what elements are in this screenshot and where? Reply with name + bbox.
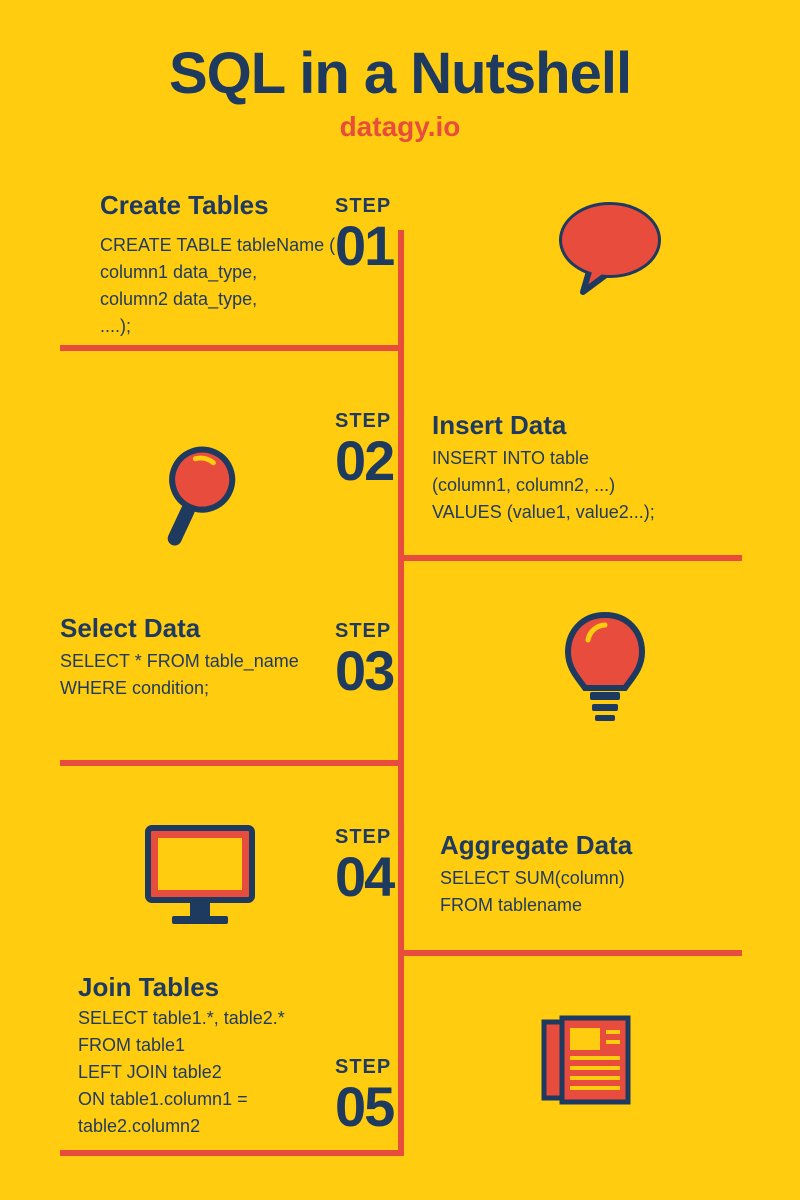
step1-number: 01 — [335, 218, 393, 274]
step5-body: SELECT table1.*, table2.* FROM table1 LE… — [78, 1005, 285, 1140]
step1-title: Create Tables — [100, 190, 269, 221]
step3-title: Select Data — [60, 613, 200, 644]
step3-connector — [60, 760, 404, 766]
step4-number: 04 — [335, 849, 393, 905]
step1-body: CREATE TABLE tableName ( column1 data_ty… — [100, 232, 335, 340]
step2-number: 02 — [335, 433, 393, 489]
step5-connector — [60, 1150, 404, 1156]
magnifier-icon — [140, 440, 250, 565]
timeline-vertical — [398, 230, 404, 1150]
page-title: SQL in a Nutshell — [0, 0, 800, 107]
step2-title: Insert Data — [432, 410, 566, 441]
step2-body: INSERT INTO table (column1, column2, ...… — [432, 445, 655, 526]
step2-connector — [398, 555, 742, 561]
step4-title: Aggregate Data — [440, 830, 632, 861]
step1-connector — [60, 345, 404, 351]
monitor-icon — [140, 820, 260, 935]
newspaper-icon — [536, 1010, 636, 1115]
step4-body: SELECT SUM(column) FROM tablename — [440, 865, 625, 919]
step3-body: SELECT * FROM table_name WHERE condition… — [60, 648, 299, 702]
page-subtitle: datagy.io — [0, 111, 800, 143]
step4-connector — [398, 950, 742, 956]
lightbulb-icon — [560, 610, 650, 735]
step5-number: 05 — [335, 1079, 393, 1135]
step5-title: Join Tables — [78, 972, 219, 1003]
step3-number: 03 — [335, 643, 393, 699]
speech-bubble-icon — [555, 200, 665, 305]
